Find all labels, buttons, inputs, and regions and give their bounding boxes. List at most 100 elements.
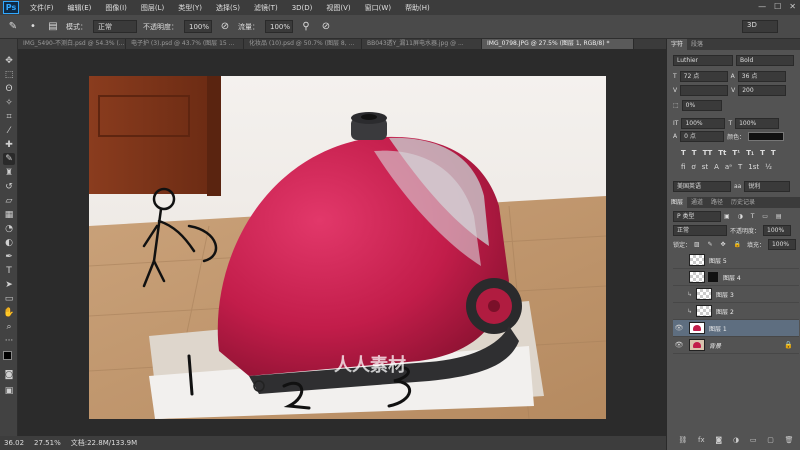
strikethrough-button[interactable]: T xyxy=(771,149,776,157)
tab-channels[interactable]: 通道 xyxy=(687,197,707,208)
horizontal-scale-input[interactable]: 100% xyxy=(735,118,780,129)
half-button[interactable]: ½ xyxy=(765,163,772,171)
layer-filter-icons[interactable]: ▣ ◑ T ▭ ▤ xyxy=(724,213,785,220)
layer-row[interactable]: ↳ 图层 2 xyxy=(673,303,799,320)
hand-tool-icon[interactable]: ✋ xyxy=(3,307,15,319)
tab-character[interactable]: 字符 xyxy=(667,39,688,50)
layer-row[interactable]: 图层 5 xyxy=(673,252,799,269)
fraction-button[interactable]: T xyxy=(738,163,742,171)
close-icon[interactable]: ✕ xyxy=(789,2,796,11)
lock-icons[interactable]: ▨ ✎ ✥ 🔒 xyxy=(694,241,744,248)
brush-tool-icon[interactable]: ✎ xyxy=(6,20,20,34)
layer-row[interactable]: ↳ 图层 3 xyxy=(673,286,799,303)
move-tool-icon[interactable]: ✥ xyxy=(3,55,15,67)
layer-row[interactable]: 图层 4 xyxy=(673,269,799,286)
pressure-opacity-icon[interactable]: ⊘ xyxy=(218,20,232,34)
titling-button[interactable]: A xyxy=(714,163,719,171)
pen-tool-icon[interactable]: ✒ xyxy=(3,251,15,263)
leading-input[interactable]: 36 点 xyxy=(737,71,786,82)
kerning-input[interactable] xyxy=(680,85,729,96)
menu-type[interactable]: 类型(Y) xyxy=(171,3,209,13)
lasso-tool-icon[interactable]: ʘ xyxy=(3,83,15,95)
more-tools-icon[interactable]: ··· xyxy=(3,335,15,347)
faux-bold-button[interactable]: T xyxy=(681,149,686,157)
flow-input[interactable]: 100% xyxy=(265,20,293,33)
all-caps-button[interactable]: TT xyxy=(703,149,713,157)
faux-italic-button[interactable]: T xyxy=(692,149,697,157)
quick-mask-icon[interactable]: ◙ xyxy=(3,369,15,381)
language-select[interactable]: 美国英语 xyxy=(673,181,731,192)
menu-window[interactable]: 窗口(W) xyxy=(358,3,398,13)
dodge-tool-icon[interactable]: ◐ xyxy=(3,237,15,249)
stamp-tool-icon[interactable]: ♜ xyxy=(3,167,15,179)
pressure-size-icon[interactable]: ⊘ xyxy=(319,20,333,34)
ordinal-button[interactable]: aᵃ xyxy=(725,163,732,171)
oldstyle-button[interactable]: 1st xyxy=(748,163,759,171)
canvas-area[interactable]: 人人素材 xyxy=(18,49,666,436)
healing-tool-icon[interactable]: ✚ xyxy=(3,139,15,151)
foreground-color-swatch[interactable] xyxy=(3,351,12,360)
zoom-tool-icon[interactable]: ⌕ xyxy=(3,321,15,333)
font-style-select[interactable]: Bold xyxy=(736,55,794,66)
new-group-icon[interactable]: ▭ xyxy=(750,436,757,448)
maximize-icon[interactable]: ☐ xyxy=(774,2,781,11)
marquee-tool-icon[interactable]: ⬚ xyxy=(3,69,15,81)
font-family-select[interactable]: Luthier xyxy=(673,55,733,66)
fill-input[interactable]: 100% xyxy=(767,239,796,250)
layer-opacity-input[interactable]: 100% xyxy=(763,225,792,236)
layer-style-icon[interactable]: fx xyxy=(698,436,705,448)
gradient-tool-icon[interactable]: ▦ xyxy=(3,209,15,221)
airbrush-icon[interactable]: ⚲ xyxy=(299,20,313,34)
ligature-button[interactable]: fi xyxy=(681,163,685,171)
brush-preset-icon[interactable]: • xyxy=(26,20,40,34)
history-brush-icon[interactable]: ↺ xyxy=(3,181,15,193)
new-layer-icon[interactable]: ▢ xyxy=(767,436,774,448)
eye-icon[interactable]: 👁 xyxy=(673,341,685,349)
doc-tab-3[interactable]: 化妆品 (10).psd @ 50.7% (图层 8, ... xyxy=(244,39,362,49)
vertical-scale-input[interactable]: 100% xyxy=(681,118,726,129)
menu-filter[interactable]: 滤镜(T) xyxy=(247,3,285,13)
blend-mode-select[interactable]: 正常 xyxy=(673,225,727,236)
layer-mask-thumbnail[interactable] xyxy=(707,271,719,283)
document-canvas[interactable]: 人人素材 xyxy=(89,76,606,419)
type-tool-icon[interactable]: T xyxy=(3,265,15,277)
layer-row-selected[interactable]: 👁 图层 1 xyxy=(673,320,799,337)
tracking-input[interactable]: 200 xyxy=(738,85,787,96)
eraser-tool-icon[interactable]: ▱ xyxy=(3,195,15,207)
opacity-input[interactable]: 100% xyxy=(184,20,212,33)
menu-select[interactable]: 选择(S) xyxy=(209,3,247,13)
mode-select[interactable]: 正常 xyxy=(93,20,137,33)
menu-help[interactable]: 帮助(H) xyxy=(398,3,437,13)
doc-tab-1[interactable]: IMG_5490-不测白.psd @ 54.3% (... xyxy=(18,39,126,49)
brush-panel-icon[interactable]: ▤ xyxy=(46,20,60,34)
baseline-input[interactable]: 0 点 xyxy=(680,131,725,142)
tab-history[interactable]: 历史记录 xyxy=(727,197,759,208)
tsume-input[interactable]: 0% xyxy=(681,100,722,111)
blur-tool-icon[interactable]: ◔ xyxy=(3,223,15,235)
stylistic-button[interactable]: st xyxy=(702,163,708,171)
workspace-select[interactable]: 3D xyxy=(742,20,778,33)
subscript-button[interactable]: T₁ xyxy=(746,149,754,157)
text-color-swatch[interactable] xyxy=(748,132,785,141)
magic-wand-tool-icon[interactable]: ✧ xyxy=(3,97,15,109)
brush-tool-icon-active[interactable]: ✎ xyxy=(3,153,15,165)
path-select-icon[interactable]: ➤ xyxy=(3,279,15,291)
menu-image[interactable]: 图像(I) xyxy=(98,3,134,13)
menu-3d[interactable]: 3D(D) xyxy=(285,4,320,12)
swash-button[interactable]: ơ xyxy=(691,163,695,171)
crop-tool-icon[interactable]: ⌗ xyxy=(3,111,15,123)
shape-tool-icon[interactable]: ▭ xyxy=(3,293,15,305)
minimize-icon[interactable]: — xyxy=(758,2,766,11)
menu-edit[interactable]: 编辑(E) xyxy=(61,3,99,13)
eyedropper-tool-icon[interactable]: ⁄ xyxy=(3,125,15,137)
doc-tab-2[interactable]: 电子护 (3).psd @ 43.7% (图层 15 ... xyxy=(126,39,244,49)
delete-layer-icon[interactable]: 🗑 xyxy=(785,436,794,448)
layer-row[interactable]: 👁 背景 🔒 xyxy=(673,337,799,354)
underline-button[interactable]: T xyxy=(760,149,765,157)
doc-tab-4[interactable]: BB043透Y_漏11屏电水器.jpg @ ... xyxy=(362,39,482,49)
adjustment-layer-icon[interactable]: ◑ xyxy=(733,436,739,448)
tab-paths[interactable]: 路径 xyxy=(707,197,727,208)
screen-mode-icon[interactable]: ▣ xyxy=(3,385,15,397)
antialias-select[interactable]: 锐利 xyxy=(744,181,791,192)
menu-layer[interactable]: 图层(L) xyxy=(134,3,171,13)
